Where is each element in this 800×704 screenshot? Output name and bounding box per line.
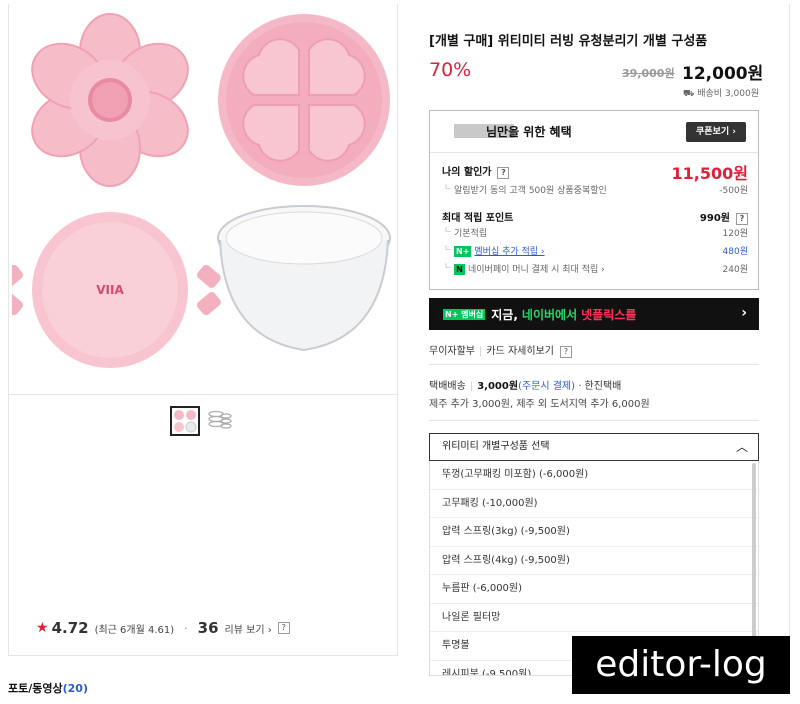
option-item[interactable]: 압력 스프링(3kg) (-9,500원) — [430, 518, 758, 547]
option-item[interactable]: 누름판 (-6,000원) — [430, 575, 758, 604]
benefit-header: 님만을 위한 혜택 쿠폰보기 › — [430, 111, 758, 153]
option-item[interactable]: 뚜껑(고무패킹 미포함) (-6,000원) — [430, 461, 758, 490]
product-image: VIIA — [12, 13, 391, 368]
coupon-button[interactable]: 쿠폰보기 › — [686, 122, 746, 142]
option-item[interactable]: 고무패킹 (-10,000원) — [430, 490, 758, 518]
photo-video-tab[interactable]: 포토/동영상(20) — [8, 680, 88, 696]
chevron-up-icon: ︿ — [735, 440, 748, 454]
thumbnail-main[interactable] — [170, 406, 200, 436]
original-price: 39,000원 — [622, 67, 675, 80]
naver-plus-membership-badge: N+ 멤버십 — [443, 308, 486, 320]
sub-item-mark: ㄴ — [444, 262, 453, 272]
pink-round-lid-image: VIIA — [12, 212, 221, 368]
product-title: [개별 구매] 위티미티 러빙 유청분리기 개별 구성품 — [429, 34, 708, 49]
help-icon[interactable]: ? — [559, 346, 572, 358]
membership-points-link[interactable]: 멤버십 추가 적립 › — [474, 247, 544, 257]
benefit-title: 님만을 위한 혜택 — [486, 125, 572, 139]
installment-label: 무이자할부 — [429, 346, 475, 357]
installment-info: 무이자할부 | 카드 자세히보기? — [429, 342, 572, 358]
image-divider — [8, 394, 398, 395]
help-icon[interactable]: ? — [736, 213, 748, 225]
banner-text-now: 지금, — [491, 307, 518, 322]
sub-item-mark: ㄴ — [444, 226, 453, 236]
photo-video-count: (20) — [62, 682, 88, 695]
benefit-box: 님만을 위한 혜택 쿠폰보기 › 나의 할인가? 11,500원 ㄴ 알림받기 … — [429, 110, 759, 290]
delivery-carrier: · 한진택배 — [578, 381, 622, 392]
rating-summary: ★ 4.72 (최근 6개월 4.61) · 36 리뷰 보기 › ? — [36, 619, 290, 637]
naver-plus-badge: N+ — [454, 246, 472, 257]
option-item[interactable]: 나일론 필터망 — [430, 604, 758, 632]
delivery-fee: 3,000원 — [477, 381, 519, 392]
shipping-fee-label: 배송비 3,000원 — [697, 89, 759, 99]
npay-points-value: 240원 — [722, 265, 748, 275]
review-link[interactable]: 리뷰 보기 › — [225, 621, 272, 636]
photo-video-label: 포토/동영상 — [8, 682, 63, 695]
option-select[interactable]: 위티미티 개별구성품 선택 ︿ — [429, 433, 759, 461]
option-list-scrollbar[interactable] — [752, 463, 756, 643]
rating-score: 4.72 — [51, 619, 89, 637]
basic-points-value: 120원 — [722, 229, 748, 239]
npay-points-link[interactable]: 네이버페이 머니 결제 시 최대 적립 › — [468, 265, 605, 275]
delivery-info: 택배배송 | 3,000원(주문시 결제) · 한진택배 — [429, 381, 622, 392]
shipping-fee: ⛟ 배송비 3,000원 — [683, 86, 759, 100]
truck-icon: ⛟ — [683, 89, 695, 99]
my-discount-label: 나의 할인가 — [442, 167, 492, 178]
naver-membership-banner[interactable]: N+ 멤버십 지금, 네이버에서 넷플릭스를 › — [429, 298, 759, 330]
heart-tray-image — [218, 14, 390, 186]
option-select-label: 위티미티 개별구성품 선택 — [442, 441, 550, 452]
divider — [429, 420, 759, 421]
help-icon[interactable]: ? — [277, 622, 290, 634]
divider — [429, 364, 759, 365]
star-icon: ★ — [36, 620, 49, 636]
delivery-extra-fee: 제주 추가 3,000원, 제주 외 도서지역 추가 6,000원 — [429, 399, 650, 410]
help-icon[interactable]: ? — [497, 167, 510, 179]
rating-recent: (최근 6개월 4.61) — [94, 624, 175, 636]
sub-item-mark: ㄴ — [444, 244, 453, 254]
sale-price: 12,000원 — [682, 64, 764, 84]
flower-lid-image — [31, 13, 189, 187]
membership-points-value: 480원 — [722, 247, 748, 257]
delivery-type: 택배배송 — [429, 381, 466, 392]
thumbnail-list — [170, 406, 236, 436]
discount-rate: 70% — [429, 59, 472, 81]
sub-item-mark: ㄴ — [444, 183, 453, 193]
card-detail-link[interactable]: 카드 자세히보기 — [486, 346, 554, 357]
basic-points-label: 기본적립 — [454, 229, 488, 239]
clear-bowl-image — [217, 205, 391, 352]
points-label: 최대 적립 포인트 — [442, 213, 514, 224]
alarm-discount-value: -500원 — [719, 186, 748, 196]
banner-text-naver: 네이버에서 — [521, 307, 578, 322]
alarm-discount-label: 알림받기 동의 고객 500원 상품중복할인 — [454, 186, 607, 196]
points-value: 990원 — [699, 213, 730, 224]
my-discount-price: 11,500원 — [671, 164, 748, 183]
banner-text-netflix: 넷플릭스를 — [581, 307, 637, 322]
chevron-right-icon: › — [741, 305, 747, 321]
thumbnail-spring[interactable] — [206, 406, 236, 436]
separator-dot: · — [184, 621, 188, 635]
brand-logo: VIIA — [96, 283, 124, 297]
editor-log-watermark: editor-log — [572, 636, 790, 694]
naver-pay-icon: N — [454, 264, 465, 275]
option-item[interactable]: 압력 스프링(4kg) (-9,500원) — [430, 547, 758, 575]
review-count: 36 — [197, 619, 219, 637]
delivery-fee-note: (주문시 결제) — [518, 381, 576, 392]
